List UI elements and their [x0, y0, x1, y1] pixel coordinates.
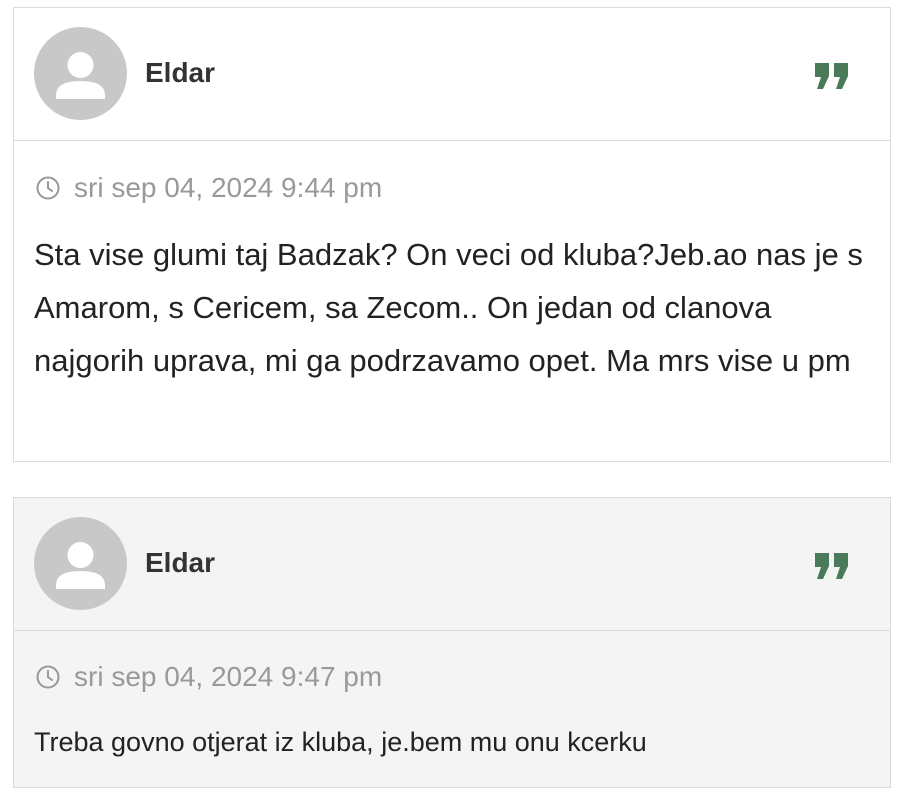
forum-post: Eldar sri sep 04, 2024 9:44 pm Sta vise … — [13, 7, 891, 462]
post-author[interactable]: Eldar — [145, 547, 215, 579]
post-header: Eldar — [14, 498, 890, 631]
post-content: Sta vise glumi taj Badzak? On veci od kl… — [34, 237, 863, 378]
post-author[interactable]: Eldar — [145, 57, 215, 89]
post-header: Eldar — [14, 8, 890, 141]
post-content: Treba govno otjerat iz kluba, je.bem mu … — [34, 727, 647, 757]
quote-icon[interactable] — [813, 551, 851, 581]
post-timestamp: sri sep 04, 2024 9:47 pm — [74, 661, 383, 692]
clock-icon — [34, 663, 62, 691]
post-meta: sri sep 04, 2024 9:44 pm — [34, 172, 382, 204]
user-avatar-icon[interactable] — [34, 517, 127, 610]
user-avatar-icon[interactable] — [34, 27, 127, 120]
post-meta: sri sep 04, 2024 9:47 pm — [34, 661, 382, 693]
quote-icon[interactable] — [813, 61, 851, 91]
forum-post: Eldar sri sep 04, 2024 9:47 pm Treba gov… — [13, 497, 891, 788]
clock-icon — [34, 174, 62, 202]
post-timestamp: sri sep 04, 2024 9:44 pm — [74, 172, 383, 203]
